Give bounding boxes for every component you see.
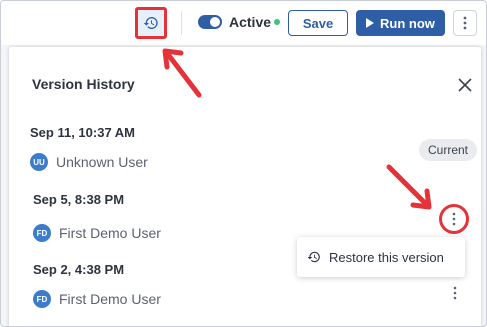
run-now-button[interactable]: Run now	[356, 10, 445, 36]
kebab-icon	[463, 16, 467, 30]
user-name: First Demo User	[59, 291, 161, 307]
restore-version-menu-item[interactable]: Restore this version	[297, 237, 465, 277]
version-options-button[interactable]	[445, 283, 465, 303]
toolbar-divider	[181, 11, 182, 35]
version-date: Sep 5, 8:38 PM	[33, 192, 125, 207]
save-button[interactable]: Save	[288, 10, 348, 36]
user-name: Unknown User	[56, 154, 148, 170]
version-author: FD First Demo User	[33, 290, 161, 308]
close-button[interactable]	[456, 76, 474, 94]
restore-version-label: Restore this version	[329, 249, 444, 265]
version-author: FD First Demo User	[33, 224, 161, 242]
current-badge: Current	[419, 139, 477, 161]
active-status-dot	[274, 19, 280, 25]
more-options-button[interactable]	[453, 10, 477, 36]
version-date: Sep 2, 4:38 PM	[33, 262, 125, 277]
active-label: Active	[229, 14, 272, 30]
kebab-icon	[453, 286, 457, 300]
history-icon	[143, 17, 158, 29]
version-author: UU Unknown User	[30, 153, 148, 171]
version-date: Sep 11, 10:37 AM	[30, 125, 136, 140]
run-now-label: Run now	[380, 15, 435, 31]
panel-title: Version History	[32, 76, 135, 92]
toolbar: Active Save Run now	[1, 1, 486, 45]
play-icon	[366, 18, 375, 28]
close-icon	[458, 78, 472, 92]
avatar: FD	[33, 224, 51, 242]
user-name: First Demo User	[59, 225, 161, 241]
avatar: FD	[33, 290, 51, 308]
active-toggle[interactable]	[198, 15, 222, 29]
version-history-button[interactable]	[135, 7, 167, 39]
app-frame: Active Save Run now Version History Sep …	[0, 0, 487, 327]
version-history-panel: Version History Sep 11, 10:37 AM UU Unkn…	[9, 47, 481, 326]
avatar: UU	[30, 153, 48, 171]
history-icon	[307, 251, 320, 263]
version-options-button[interactable]	[439, 204, 469, 234]
toggle-knob	[210, 17, 220, 27]
kebab-icon	[452, 212, 456, 226]
